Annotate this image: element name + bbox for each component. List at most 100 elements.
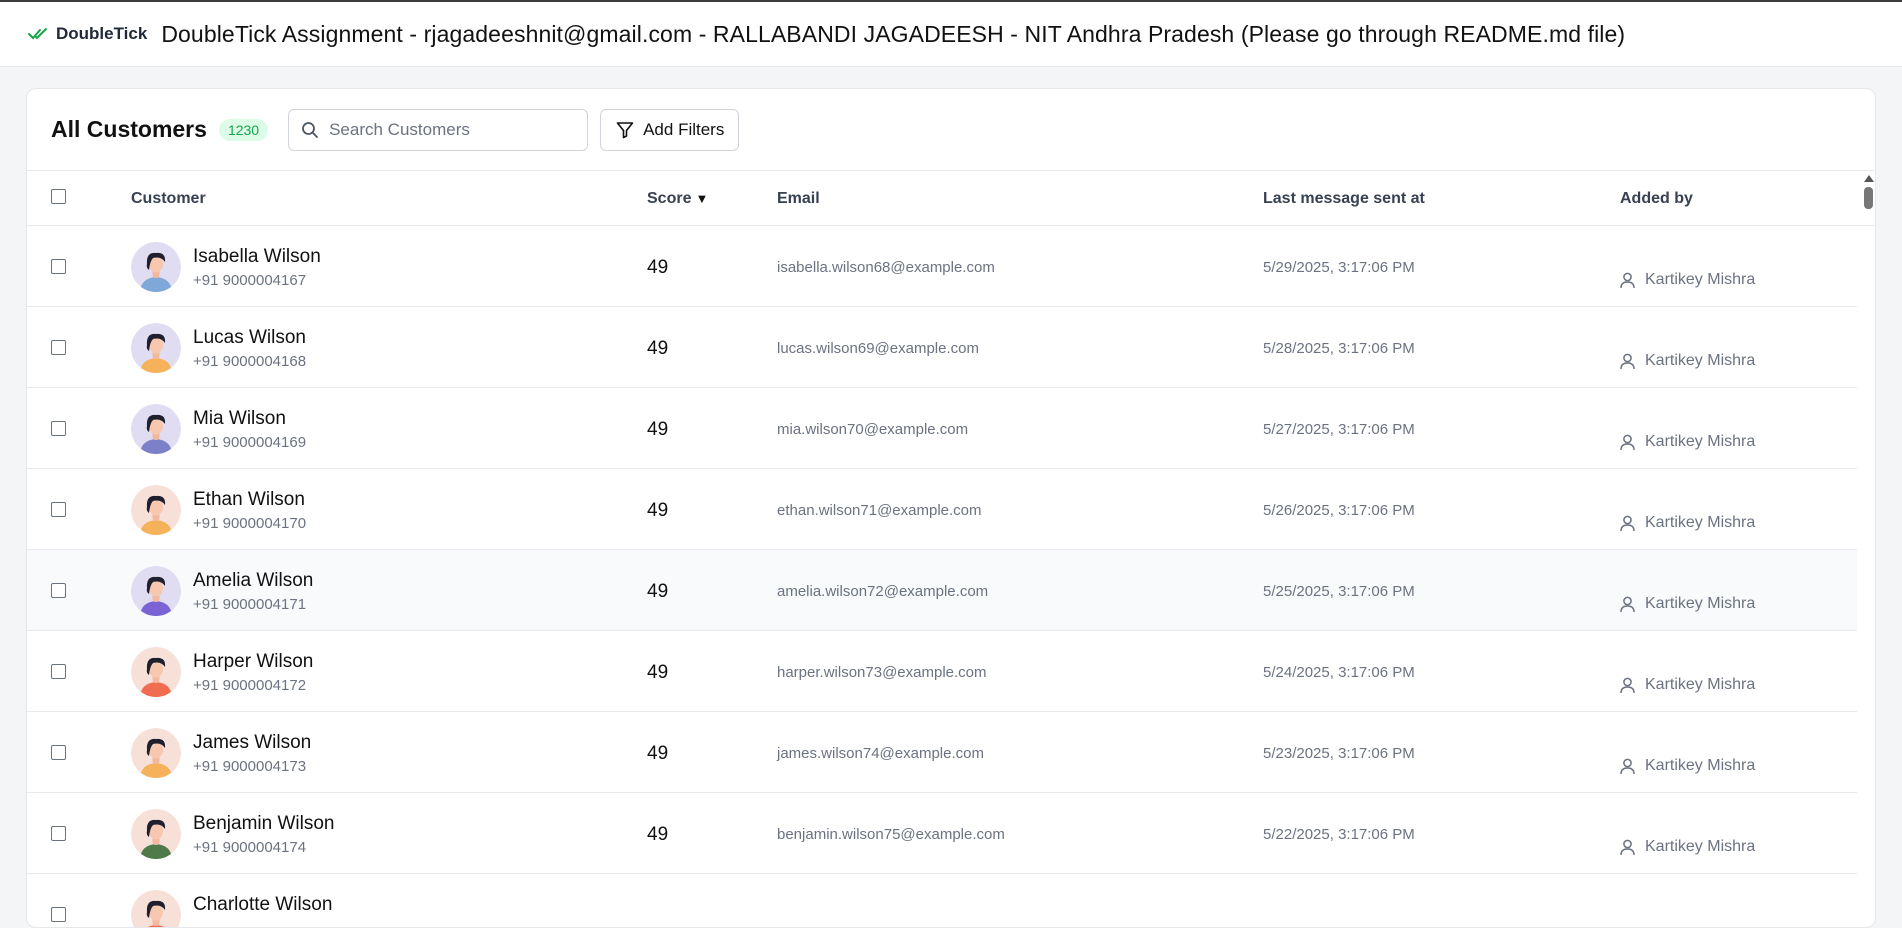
add-filters-label: Add Filters: [643, 119, 725, 139]
customer-phone: +91 9000004172: [193, 677, 307, 694]
last-message-date: 5/26/2025, 3:17:06 PM: [1263, 502, 1415, 519]
customer-phone: +91 9000004170: [193, 515, 307, 532]
table-row[interactable]: Harper Wilson +91 9000004172 49 harper.wils…: [27, 631, 1857, 712]
select-all-checkbox[interactable]: [51, 189, 66, 204]
customers-card: All Customers 1230 Add Filters Customer …: [26, 88, 1876, 928]
row-checkbox[interactable]: [51, 259, 66, 274]
column-email[interactable]: Email: [777, 190, 820, 208]
last-message-date: 5/28/2025, 3:17:06 PM: [1263, 340, 1415, 357]
table-header: Customer Score ▼ Email Last message sent …: [27, 171, 1875, 226]
added-by: Kartikey Mishra: [1620, 838, 1755, 856]
last-message-date: 5/23/2025, 3:17:06 PM: [1263, 745, 1415, 762]
double-check-icon: [28, 28, 47, 40]
section-title: All Customers: [51, 116, 207, 142]
row-checkbox[interactable]: [51, 583, 66, 598]
customer-score: 49: [647, 419, 669, 440]
added-by-name: Kartikey Mishra: [1645, 838, 1756, 855]
customer-name: Mia Wilson: [193, 408, 286, 429]
top-bar: DoubleTick DoubleTick Assignment - rjaga…: [0, 0, 1902, 67]
customer-name: Ethan Wilson: [193, 489, 305, 510]
customer-score: 49: [647, 824, 669, 845]
added-by-name: Kartikey Mishra: [1645, 514, 1756, 531]
customer-email: benjamin.wilson75@example.com: [777, 826, 1005, 843]
table-row[interactable]: James Wilson +91 9000004173 49 james.wilson…: [27, 712, 1857, 793]
table-row[interactable]: Benjamin Wilson +91 9000004174 49 benjamin.…: [27, 793, 1857, 874]
page-title: DoubleTick Assignment - rjagadeeshnit@gm…: [161, 20, 1626, 47]
customer-email: ethan.wilson71@example.com: [777, 502, 982, 519]
add-filters-button[interactable]: Add Filters: [600, 108, 740, 151]
avatar: [131, 323, 181, 373]
customer-phone: +91 9000004168: [193, 353, 307, 370]
customer-name: Isabella Wilson: [193, 246, 321, 267]
user-icon: [1620, 758, 1635, 774]
customer-name: Harper Wilson: [193, 651, 314, 672]
user-icon: [1620, 596, 1635, 612]
added-by: Kartikey Mishra: [1620, 271, 1755, 289]
customer-phone: +91 9000004174: [193, 839, 307, 856]
customer-score: 49: [647, 338, 669, 359]
table-body: Isabella Wilson +91 9000004167 49 isabella.…: [27, 226, 1875, 927]
table-row[interactable]: Mia Wilson +91 9000004169 49 mia.wilson70@e…: [27, 388, 1857, 469]
customer-name: James Wilson: [193, 732, 312, 753]
row-checkbox[interactable]: [51, 340, 66, 355]
sort-down-icon[interactable]: ▼: [695, 191, 708, 206]
added-by: Kartikey Mishra: [1620, 595, 1755, 613]
scroll-up-arrow[interactable]: [1864, 175, 1874, 182]
avatar: [131, 647, 181, 697]
row-checkbox[interactable]: [51, 745, 66, 760]
table-row[interactable]: Lucas Wilson +91 9000004168 49 lucas.wilson…: [27, 307, 1857, 388]
added-by-name: Kartikey Mishra: [1645, 595, 1756, 612]
avatar: [131, 566, 181, 616]
avatar: [131, 728, 181, 778]
row-checkbox[interactable]: [51, 826, 66, 841]
logo: DoubleTick: [28, 24, 147, 44]
column-score[interactable]: Score ▼: [647, 190, 708, 208]
added-by-name: Kartikey Mishra: [1645, 271, 1756, 288]
row-checkbox[interactable]: [51, 502, 66, 517]
customer-score: 49: [647, 257, 669, 278]
user-icon: [1620, 839, 1635, 855]
last-message-date: 5/24/2025, 3:17:06 PM: [1263, 664, 1415, 681]
added-by: Kartikey Mishra: [1620, 433, 1755, 451]
column-customer[interactable]: Customer: [131, 190, 206, 208]
last-message-date: 5/25/2025, 3:17:06 PM: [1263, 583, 1415, 600]
customer-score: 49: [647, 581, 669, 602]
customer-phone: +91 9000004173: [193, 758, 307, 775]
row-checkbox[interactable]: [51, 664, 66, 679]
customer-phone: +91 9000004171: [193, 596, 307, 613]
table-row[interactable]: Amelia Wilson +91 9000004171 49 amelia.wils…: [27, 550, 1857, 631]
user-icon: [1620, 272, 1635, 288]
scroll-thumb[interactable]: [1864, 187, 1873, 209]
row-checkbox[interactable]: [51, 421, 66, 436]
table-row[interactable]: Charlotte Wilson: [27, 874, 1857, 927]
avatar: [131, 485, 181, 535]
customer-name: Amelia Wilson: [193, 570, 314, 591]
search-box[interactable]: [288, 108, 589, 151]
added-by: Kartikey Mishra: [1620, 757, 1755, 775]
user-icon: [1620, 515, 1635, 531]
customer-score: 49: [647, 743, 669, 764]
last-message-date: 5/29/2025, 3:17:06 PM: [1263, 259, 1415, 276]
search-icon: [302, 121, 318, 138]
search-input[interactable]: [329, 119, 560, 140]
column-last-message[interactable]: Last message sent at: [1263, 190, 1425, 208]
customer-name: Charlotte Wilson: [193, 894, 333, 915]
customer-email: harper.wilson73@example.com: [777, 664, 987, 681]
customer-score: 49: [647, 500, 669, 521]
column-score-label: Score: [647, 190, 692, 207]
row-checkbox[interactable]: [51, 907, 66, 922]
column-added-by[interactable]: Added by: [1620, 190, 1693, 208]
added-by: Kartikey Mishra: [1620, 676, 1755, 694]
table-row[interactable]: Ethan Wilson +91 9000004170 49 ethan.wilson…: [27, 469, 1857, 550]
avatar: [131, 404, 181, 454]
customer-phone: +91 9000004169: [193, 434, 307, 451]
filter-icon: [616, 121, 634, 138]
scrollbar[interactable]: [1861, 171, 1875, 927]
logo-text: DoubleTick: [56, 24, 148, 43]
customer-name: Benjamin Wilson: [193, 813, 335, 834]
last-message-date: 5/22/2025, 3:17:06 PM: [1263, 826, 1415, 843]
card-header: All Customers 1230 Add Filters: [27, 89, 1875, 171]
added-by: Kartikey Mishra: [1620, 514, 1755, 532]
table-row[interactable]: Isabella Wilson +91 9000004167 49 isabella.…: [27, 226, 1857, 307]
last-message-date: 5/27/2025, 3:17:06 PM: [1263, 421, 1415, 438]
